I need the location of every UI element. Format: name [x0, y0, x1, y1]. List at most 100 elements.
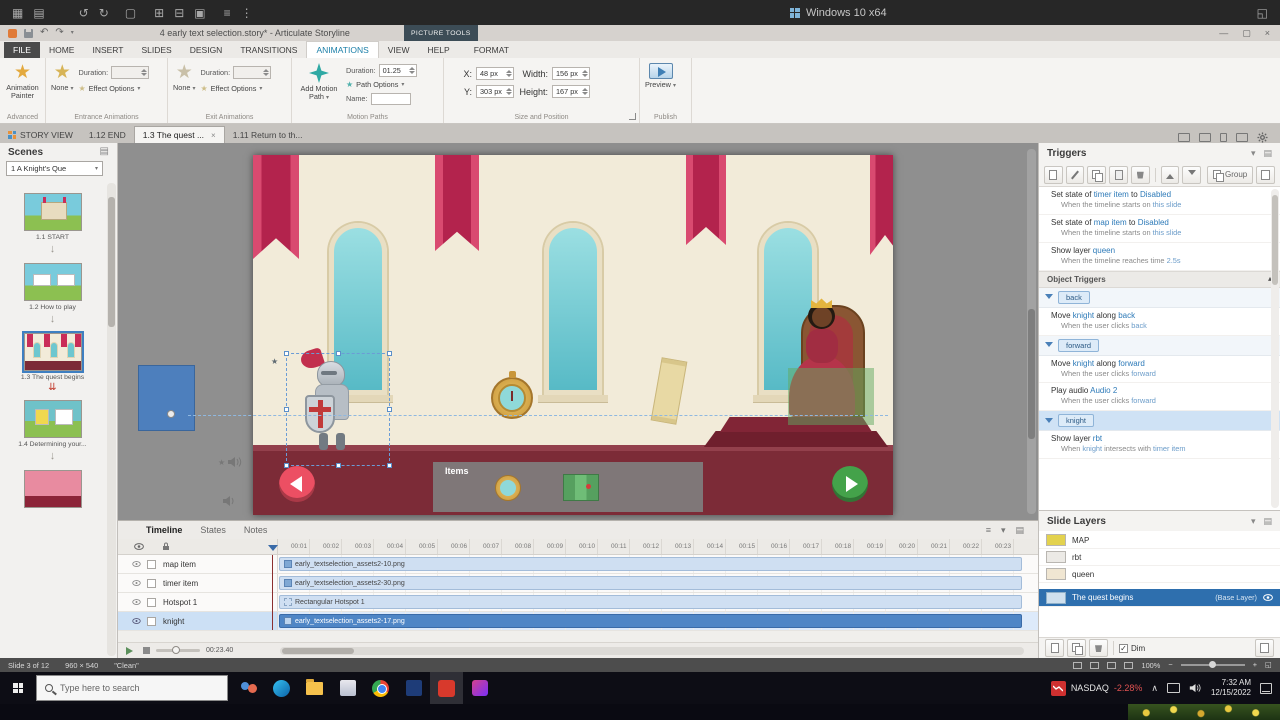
slide-thumbnail-partial[interactable] — [23, 470, 82, 508]
dialog-launcher-icon[interactable] — [629, 113, 636, 120]
move-trigger-up-button[interactable] — [1160, 165, 1180, 184]
close-button[interactable]: × — [1265, 28, 1270, 38]
timeline-menu-icon[interactable]: ≡ — [986, 525, 991, 535]
slide-thumbnail-1-2[interactable] — [23, 263, 82, 301]
queen-character[interactable] — [806, 329, 838, 363]
tab-slides[interactable]: SLIDES — [132, 42, 180, 58]
green-hotspot[interactable] — [788, 368, 874, 425]
chrome-icon[interactable] — [364, 672, 397, 704]
app-icon-blue[interactable] — [397, 672, 430, 704]
eye-icon[interactable] — [132, 580, 141, 586]
maximize-button[interactable]: ▢ — [1242, 28, 1251, 38]
phone-preview-icon[interactable] — [1220, 133, 1227, 142]
tab-slide-end[interactable]: 1.12 END — [81, 126, 134, 143]
volume-icon[interactable] — [1189, 683, 1202, 693]
y-position-input[interactable]: 303 px — [476, 85, 514, 98]
action-center-icon[interactable] — [1260, 682, 1272, 694]
path-options-button[interactable]: ★ Path Options ▾ — [346, 78, 417, 91]
vm-fit-icon[interactable]: ▣ — [194, 7, 205, 19]
tab-format[interactable]: FORMAT — [465, 42, 518, 58]
vm-undo-icon[interactable]: ↺ — [79, 7, 89, 19]
audio-object-icon[interactable]: ★ — [218, 456, 243, 468]
trigger-item[interactable]: Move knight along back When the user cli… — [1039, 308, 1280, 336]
entrance-duration-input[interactable] — [111, 66, 150, 79]
timeline-track-row[interactable]: Hotspot 1 Rectangular Hotspot 1 — [118, 593, 1038, 612]
delete-trigger-button[interactable] — [1130, 165, 1150, 184]
layer-row-rbt[interactable]: rbt — [1039, 549, 1280, 566]
object-triggers-header[interactable]: Object Triggers ▴ — [1039, 270, 1280, 288]
back-button-object[interactable] — [279, 466, 315, 502]
panel-collapse-icon[interactable]: ▾ — [1251, 148, 1256, 158]
vm-zoom-out-icon[interactable]: ⊟ — [174, 7, 184, 19]
animation-painter-button[interactable]: ★ Animation Painter — [2, 61, 43, 109]
vm-zoom-in-icon[interactable]: ⊞ — [154, 7, 164, 19]
save-icon[interactable] — [24, 28, 33, 38]
canvas-scrollbar[interactable] — [1027, 149, 1036, 514]
forward-button-object[interactable] — [832, 466, 868, 502]
delete-layer-button[interactable] — [1089, 639, 1108, 657]
motion-path-point[interactable] — [167, 410, 175, 418]
tab-file[interactable]: FILE — [4, 42, 40, 58]
duplicate-layer-button[interactable] — [1067, 639, 1086, 657]
resize-handle[interactable] — [284, 351, 289, 356]
new-trigger-button[interactable] — [1044, 165, 1063, 184]
height-input[interactable]: 167 px — [552, 85, 590, 98]
width-input[interactable]: 156 px — [552, 67, 590, 80]
section-caret-icon[interactable] — [1045, 342, 1053, 351]
view-mode-icon[interactable] — [1073, 661, 1083, 669]
stock-ticker[interactable]: NASDAQ -2.28% — [1050, 680, 1142, 696]
start-button[interactable] — [0, 672, 36, 704]
file-explorer-icon[interactable] — [298, 672, 331, 704]
x-position-input[interactable]: 48 px — [476, 67, 514, 80]
fit-to-window-icon[interactable]: ◱ — [1265, 661, 1272, 669]
edge-icon[interactable] — [265, 672, 298, 704]
minimize-button[interactable]: — — [1219, 28, 1228, 38]
slide-thumbnail-1-1[interactable] — [23, 193, 82, 231]
timeline-collapse-icon[interactable]: ▾ — [1001, 525, 1006, 535]
panel-menu-icon[interactable]: ▤ — [1263, 516, 1272, 526]
tab-story-view[interactable]: STORY VIEW — [0, 126, 81, 143]
trigger-item[interactable]: Move knight along forward When the user … — [1039, 356, 1280, 384]
vm-more-icon[interactable]: ⋮ — [241, 7, 253, 19]
tab-slide-return[interactable]: 1.11 Return to th... — [225, 126, 311, 143]
motion-path-name-input[interactable] — [370, 92, 411, 105]
scene-selector-dropdown[interactable]: 1 A Knight's Que ▾ — [6, 161, 103, 176]
timeline-track-row[interactable]: map item early_textselection_assets2-10.… — [118, 555, 1038, 574]
timeline-scrollbar[interactable] — [280, 647, 1024, 655]
timeline-ruler[interactable]: 00:01 00:02 00:03 00:04 00:05 00:06 00:07 00:08… — [278, 539, 1038, 554]
edit-trigger-button[interactable] — [1065, 165, 1085, 184]
tab-animations[interactable]: ANIMATIONS — [306, 41, 379, 58]
display-tray-icon[interactable] — [1166, 683, 1180, 693]
tab-help[interactable]: HELP — [418, 42, 458, 58]
section-caret-icon[interactable] — [1045, 294, 1053, 303]
timeline-panel-icon[interactable]: ▤ — [1015, 525, 1024, 535]
app-icon-magenta[interactable] — [463, 672, 496, 704]
copy-trigger-button[interactable] — [1087, 165, 1107, 184]
trigger-section-knight[interactable]: knight — [1039, 411, 1280, 432]
exit-effect-options-button[interactable]: ★ Effect Options ▾ — [201, 82, 272, 95]
resize-handle[interactable] — [387, 407, 392, 412]
layer-row-base[interactable]: The quest begins (Base Layer) — [1039, 589, 1280, 607]
trigger-section-back[interactable]: back — [1039, 287, 1280, 308]
trigger-item[interactable]: Set state of map item to Disabled When t… — [1039, 215, 1280, 243]
people-icon[interactable] — [232, 672, 265, 704]
vm-redo-icon[interactable]: ↻ — [99, 7, 109, 19]
tab-home[interactable]: HOME — [40, 42, 84, 58]
resize-handle[interactable] — [336, 463, 341, 468]
selection-box[interactable] — [284, 351, 392, 468]
eye-icon[interactable] — [132, 599, 141, 605]
panel-collapse-icon[interactable]: ▾ — [1251, 516, 1256, 526]
rectangular-hotspot-object[interactable] — [138, 365, 195, 431]
slide-thumbnail-1-4[interactable] — [23, 400, 82, 438]
timeline-zoom-slider[interactable] — [156, 646, 200, 654]
tab-transitions[interactable]: TRANSITIONS — [231, 42, 306, 58]
desktop-preview-icon[interactable] — [1178, 133, 1190, 142]
resize-handle[interactable] — [336, 351, 341, 356]
tab-slide-quest[interactable]: 1.3 The quest ... × — [133, 126, 225, 143]
triggers-scrollbar[interactable] — [1271, 189, 1279, 508]
stop-button[interactable] — [143, 647, 150, 654]
trigger-section-forward[interactable]: forward — [1039, 335, 1280, 356]
playhead[interactable] — [268, 545, 278, 630]
undo-icon[interactable]: ↶ — [40, 28, 48, 38]
preview-button[interactable]: Preview ▾ — [642, 61, 679, 109]
